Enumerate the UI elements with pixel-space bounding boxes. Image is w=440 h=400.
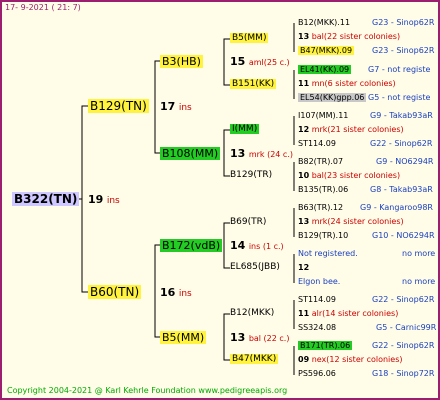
gen4-8-note: nex(12 sister colonies)	[311, 355, 403, 364]
gen2-queen-2[interactable]: B108(MM)	[160, 147, 221, 160]
gen2-race-4: bal (22 c.)	[248, 334, 290, 343]
gen4-4-parent[interactable]: B82(TR).07	[298, 157, 343, 166]
gen4-5-parent[interactable]: B63(TR).12	[298, 203, 343, 212]
gen4-1-parent[interactable]: B12(MKK).11	[298, 18, 350, 27]
gen4-2-mother[interactable]: EL54(KK)gpp.06	[298, 93, 367, 102]
gen4-7-num: 11	[298, 309, 310, 318]
gen4-4-code1: G9 - NO6294R	[376, 157, 434, 166]
gen4-7-mother[interactable]: SS324.08	[298, 323, 336, 332]
gen2-race-2: mrk (24 c.)	[248, 150, 293, 159]
gen2-count-3: 14	[230, 239, 246, 252]
dam-race: ins	[178, 289, 192, 299]
gen4-2-num: 11	[298, 79, 310, 88]
gen3-queen-6[interactable]: EL685(JBB)	[230, 262, 280, 272]
gen3-queen-4[interactable]: B129(TR)	[230, 170, 272, 180]
gen3-queen-2[interactable]: B151(KK)	[230, 79, 277, 89]
gen4-1-code2: G23 - Sinop62R	[372, 46, 435, 55]
gen4-7-code1: G22 - Sinop62R	[372, 295, 435, 304]
gen2-race-1: aml(25 c.)	[248, 58, 290, 67]
gen4-1-code1: G23 - Sinop62R	[372, 18, 435, 27]
gen4-5-num: 13	[298, 217, 310, 226]
root-queen[interactable]: B322(TN)	[12, 192, 80, 206]
footer-copyright: Copyright 2004-2021 @ Karl Kehrle Founda…	[7, 386, 288, 395]
gen4-1-num: 13	[298, 32, 310, 41]
gen4-2-parent[interactable]: EL41(KK).09	[298, 65, 352, 74]
gen4-1-note: bal(22 sister colonies)	[311, 32, 401, 41]
gen4-7-code2: G5 - Carnic99R	[376, 323, 437, 332]
gen4-8-num: 09	[298, 355, 310, 364]
gen4-4-mother[interactable]: B135(TR).06	[298, 185, 348, 194]
gen4-2-note: mn(6 sister colonies)	[311, 79, 396, 88]
gen4-6-code2: no more	[402, 277, 436, 286]
dam-count: 16	[160, 286, 176, 299]
gen4-3-code1: G9 - Takab93aR	[370, 111, 433, 120]
gen4-7-note: alr(14 sister colonies)	[311, 309, 399, 318]
gen3-queen-3[interactable]: I(MM)	[230, 124, 260, 134]
gen4-8-parent[interactable]: B171(TR).06	[298, 341, 353, 350]
gen4-2-code1: G7 - not registe	[368, 65, 431, 74]
gen4-5-code2: G10 - NO6294R	[372, 231, 435, 240]
sire-queen[interactable]: B129(TN)	[88, 99, 149, 113]
gen3-queen-7[interactable]: B12(MKK)	[230, 308, 274, 318]
gen4-3-code2: G22 - Sinop62R	[370, 139, 433, 148]
gen4-8-code2: G18 - Sinop72R	[372, 369, 435, 378]
dam-queen[interactable]: B60(TN)	[88, 285, 142, 299]
gen4-6-num: 12	[298, 263, 310, 272]
gen4-6-parent[interactable]: Not registered.	[298, 249, 358, 258]
gen4-4-code2: G8 - Takab93aR	[370, 185, 433, 194]
sire-count: 17	[160, 100, 176, 113]
root-sister-count: 19	[88, 193, 104, 206]
gen3-queen-5[interactable]: B69(TR)	[230, 217, 266, 227]
gen4-3-num: 12	[298, 125, 310, 134]
gen2-count-1: 15	[230, 55, 246, 68]
gen4-5-note: mrk(24 sister colonies)	[311, 217, 404, 226]
gen2-queen-4[interactable]: B5(MM)	[160, 331, 207, 344]
gen2-count-4: 13	[230, 331, 246, 344]
gen2-queen-3[interactable]: B172(vdB)	[160, 239, 223, 252]
gen4-8-code1: G22 - Sinop62R	[372, 341, 435, 350]
gen4-1-mother[interactable]: B47(MKK).09	[298, 46, 355, 55]
gen4-4-note: bal(23 sister colonies)	[311, 171, 401, 180]
gen2-queen-1[interactable]: B3(HB)	[160, 55, 203, 68]
root-race: ins	[106, 196, 120, 206]
gen2-race-3: ins (1 c.)	[248, 242, 284, 251]
gen4-2-code2: G5 - not registe	[368, 93, 431, 102]
gen4-6-code1: no more	[402, 249, 436, 258]
gen4-3-parent[interactable]: I107(MM).11	[298, 111, 348, 120]
gen3-queen-8[interactable]: B47(MKK)	[230, 354, 279, 364]
gen4-4-num: 10	[298, 171, 310, 180]
gen4-6-mother[interactable]: Elgon bee.	[298, 277, 340, 286]
gen2-count-2: 13	[230, 147, 246, 160]
gen4-5-code1: G9 - Kangaroo98R	[360, 203, 433, 212]
gen4-8-mother[interactable]: PS596.06	[298, 369, 336, 378]
gen4-5-mother[interactable]: B129(TR).10	[298, 231, 348, 240]
gen3-queen-1[interactable]: B5(MM)	[230, 33, 269, 43]
gen4-7-parent[interactable]: ST114.09	[298, 295, 336, 304]
sire-race: ins	[178, 103, 192, 113]
gen4-3-note: mrk(21 sister colonies)	[311, 125, 404, 134]
gen4-3-mother[interactable]: ST114.09	[298, 139, 336, 148]
